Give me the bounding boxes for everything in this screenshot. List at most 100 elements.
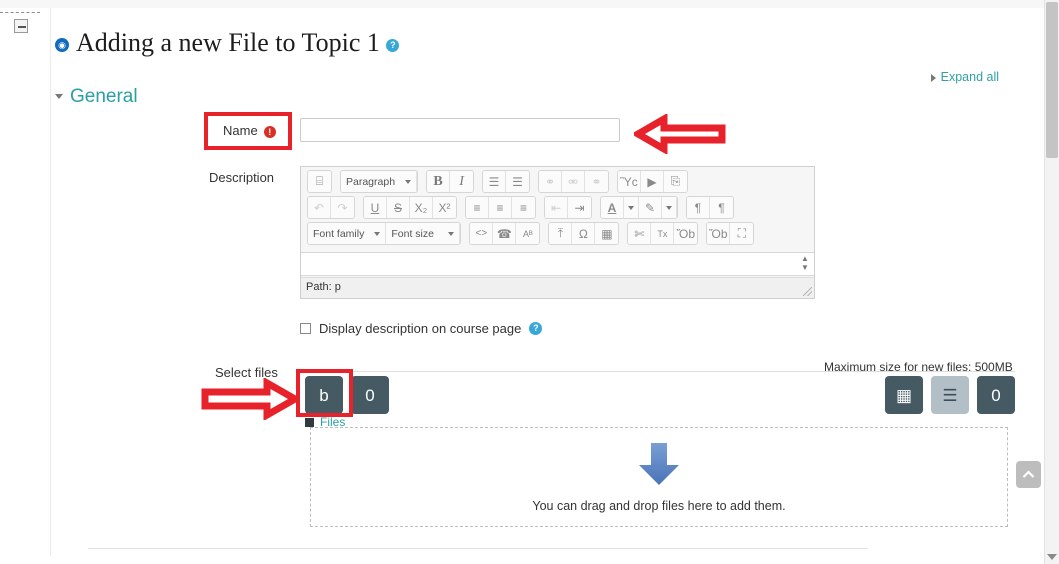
editor-toolbar-row-2: ↶ ↷ U S X₂ X² ≡ ≡ ≡ ⇤ ⇥ A ✎ ¶ ¶ [301,193,814,219]
left-rule [50,8,51,556]
add-file-button[interactable]: ὜b [305,376,343,414]
view-list-button[interactable]: ☰ [931,376,969,414]
insert-horizontal-rule-icon[interactable]: ⤒ [549,223,572,244]
scrollbar-down-arrow-icon[interactable] [1047,554,1057,560]
scrollbar-thumb[interactable] [1046,2,1058,158]
create-folder-button[interactable]: ὜0 [351,376,389,414]
file-manager-left-buttons: ὜b ὜0 [305,376,389,414]
redo-icon[interactable]: ↷ [331,197,354,218]
button-glyph: ▦ [896,387,912,404]
editor-path-status: Path: p [301,277,814,298]
page-root: ◉ Adding a new File to Topic 1 ? Expand a… [0,0,1045,564]
expand-all-link[interactable]: Expand all [931,70,999,84]
dashed-divider [0,12,40,13]
insert-image-icon[interactable]: Ὓc [618,171,641,192]
font-family-select[interactable]: Font family [308,223,386,244]
editor-toolbar-group: Ὄb ⛶ [706,222,754,245]
special-character-icon[interactable]: Ω [572,223,595,244]
paragraph-style-select[interactable]: Paragraph [341,171,417,192]
font-size-select[interactable]: Font size [386,223,460,244]
ltr-direction-icon[interactable]: ¶ [687,197,710,218]
numbered-list-icon[interactable]: ☰ [506,171,529,192]
spellcheck-icon[interactable]: Aᴮ [516,223,539,244]
link-icon[interactable]: ⚭ [539,171,562,192]
page-help-icon[interactable]: ? [386,39,399,52]
bottom-divider [88,548,868,549]
section-general-header[interactable]: General [55,86,138,108]
editor-toolbar-group: Font family Font size [307,222,461,245]
paste-word-icon[interactable]: Ὄb [707,223,730,244]
description-textarea[interactable]: ▲ ▼ [301,252,814,276]
unlink-icon[interactable]: ⚮ [562,171,585,192]
view-tree-button[interactable]: ὜0 [977,376,1015,414]
italic-icon[interactable]: I [450,171,473,192]
align-right-icon[interactable]: ≡ [512,197,535,218]
bullet-list-icon[interactable]: ☰ [483,171,506,192]
editor-toolbar-group: ⤒ Ω ▦ [548,222,619,245]
underline-icon[interactable]: U [364,197,387,218]
editor-toolbar-group: BI [426,170,474,193]
page-title: ◉ Adding a new File to Topic 1 ? [55,28,399,58]
file-manager: ὜b ὜0 ▦ ☰ ὜0 Files You can drag and drop fi… [300,371,1015,536]
clear-formatting-icon[interactable]: ✄ [628,223,651,244]
scroll-to-top-button[interactable] [1016,461,1041,488]
undo-icon[interactable]: ↶ [308,197,331,218]
view-icons-button[interactable]: ▦ [885,376,923,414]
strikethrough-icon[interactable]: S [387,197,410,218]
remove-format-icon[interactable]: Tx [651,223,674,244]
editor-toolbar-group: Paragraph [340,170,418,193]
editor-scroll-arrows[interactable]: ▲ ▼ [799,254,811,272]
name-input[interactable] [300,118,620,142]
button-glyph: ὜0 [991,387,1000,404]
align-left-icon[interactable]: ≡ [466,197,489,218]
outdent-icon[interactable]: ⇤ [545,197,568,218]
editor-toolbar-group: Ὓc ▶ ⎘ [617,170,688,193]
top-strip [0,0,1045,8]
file-manager-view-buttons: ▦ ☰ ὜0 [885,376,1015,414]
editor-toolbar-row-1: ⌸ Paragraph B I ☰ ☰ ⚭ ⚮ ⚭ Ὓc ▶ ⎘ [301,167,814,193]
editor-toolbar-row-3: Font family Font size <> ☎ Aᴮ ⤒ Ω ▦ ✄ Tx Ὄb Ὄb ⛶ [301,219,814,245]
chevron-down-icon [55,94,63,99]
align-center-icon[interactable]: ≡ [489,197,512,218]
highlight-color-dropdown-icon[interactable] [662,197,677,218]
paste-text-icon[interactable]: Ὄb [674,223,697,244]
manage-files-icon[interactable]: ⎘ [664,171,687,192]
highlight-color-icon[interactable]: ✎ [639,197,662,218]
fullscreen-icon[interactable]: ⛶ [730,223,753,244]
file-dropzone[interactable]: You can drag and drop files here to add … [310,427,1008,527]
file-activity-icon: ◉ [55,38,69,52]
insert-media-icon[interactable]: ▶ [641,171,664,192]
chevron-up-icon [1022,470,1035,479]
browser-scrollbar[interactable] [1044,0,1059,564]
folder-icon [305,418,314,427]
display-description-checkbox[interactable] [300,323,311,334]
display-description-help-icon[interactable]: ? [529,322,542,335]
editor-toolbar-group: ✄ Tx Ὄb [627,222,698,245]
collapse-block-icon[interactable] [14,19,28,33]
display-description-row[interactable]: Display description on course page ? [300,321,542,336]
editor-toolbar-group: ☰ ☰ [482,170,530,193]
editor-toolbar-group: ¶ ¶ [686,196,734,219]
chevron-right-icon [931,74,936,82]
editor-toolbar-group: U S X₂ X² [363,196,457,219]
anchor-icon[interactable]: ⚭ [585,171,608,192]
chevron-down-icon [448,232,454,236]
button-glyph: ☰ [942,387,957,404]
editor-toolbar-group: ⇤ ⇥ [544,196,592,219]
html-source-icon[interactable]: <> [470,223,493,244]
subscript-icon[interactable]: X₂ [410,197,433,218]
indent-icon[interactable]: ⇥ [568,197,591,218]
text-color-dropdown-icon[interactable] [624,197,639,218]
bold-icon[interactable]: B [427,171,450,192]
editor-toolbar-group: A ✎ [600,196,678,219]
name-label-text: Name [223,123,258,138]
text-color-icon[interactable]: A [601,197,624,218]
superscript-icon[interactable]: X² [433,197,456,218]
editor-resize-handle[interactable] [803,287,812,296]
insert-table-icon[interactable]: ▦ [595,223,618,244]
find-replace-icon[interactable]: ☎ [493,223,516,244]
button-glyph: ὜b [319,387,328,404]
expand-all-label: Expand all [941,70,999,84]
rtl-direction-icon[interactable]: ¶ [710,197,733,218]
accessibility-checker-icon[interactable]: ⌸ [308,171,331,192]
